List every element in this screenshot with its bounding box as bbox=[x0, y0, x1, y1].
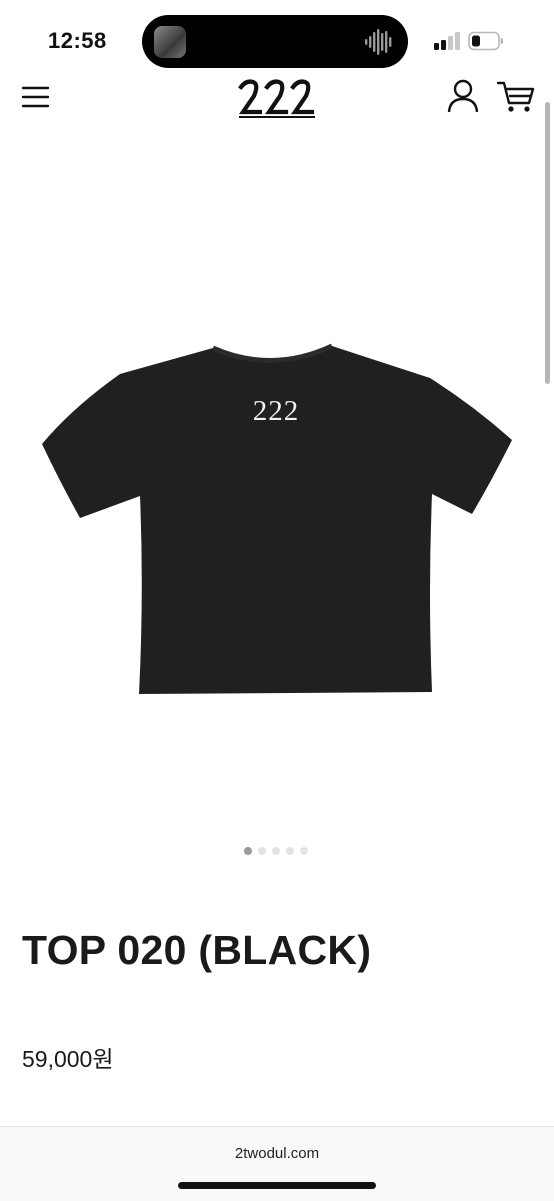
carousel-dots bbox=[244, 847, 308, 857]
audio-waveform-icon bbox=[365, 29, 392, 55]
carousel-dot-5[interactable] bbox=[300, 847, 308, 855]
product-image[interactable]: 222 bbox=[0, 150, 554, 840]
status-bar: 12:58 bbox=[0, 0, 554, 80]
carousel-dot-1[interactable] bbox=[244, 847, 252, 855]
cellular-signal-icon bbox=[434, 32, 460, 50]
shirt-print-text: 222 bbox=[253, 395, 300, 427]
browser-url-bar[interactable]: 2twodul.com bbox=[0, 1126, 554, 1201]
carousel-dot-3[interactable] bbox=[272, 847, 280, 855]
url-text[interactable]: 2twodul.com bbox=[0, 1145, 554, 1162]
brand-logo[interactable] bbox=[236, 76, 318, 120]
product-price: 59,000원 bbox=[22, 1046, 114, 1072]
carousel-dot-4[interactable] bbox=[286, 847, 294, 855]
battery-low-icon bbox=[468, 31, 503, 51]
user-icon[interactable] bbox=[446, 78, 480, 114]
product-title: TOP 020 (BLACK) bbox=[22, 927, 372, 973]
status-time: 12:58 bbox=[48, 28, 107, 53]
hamburger-menu-icon[interactable] bbox=[20, 82, 52, 112]
now-playing-artwork bbox=[154, 26, 186, 58]
carousel-dot-2[interactable] bbox=[258, 847, 266, 855]
dynamic-island[interactable] bbox=[142, 15, 408, 68]
cart-icon[interactable] bbox=[496, 78, 536, 114]
site-header bbox=[0, 72, 554, 122]
home-indicator[interactable] bbox=[178, 1182, 376, 1189]
